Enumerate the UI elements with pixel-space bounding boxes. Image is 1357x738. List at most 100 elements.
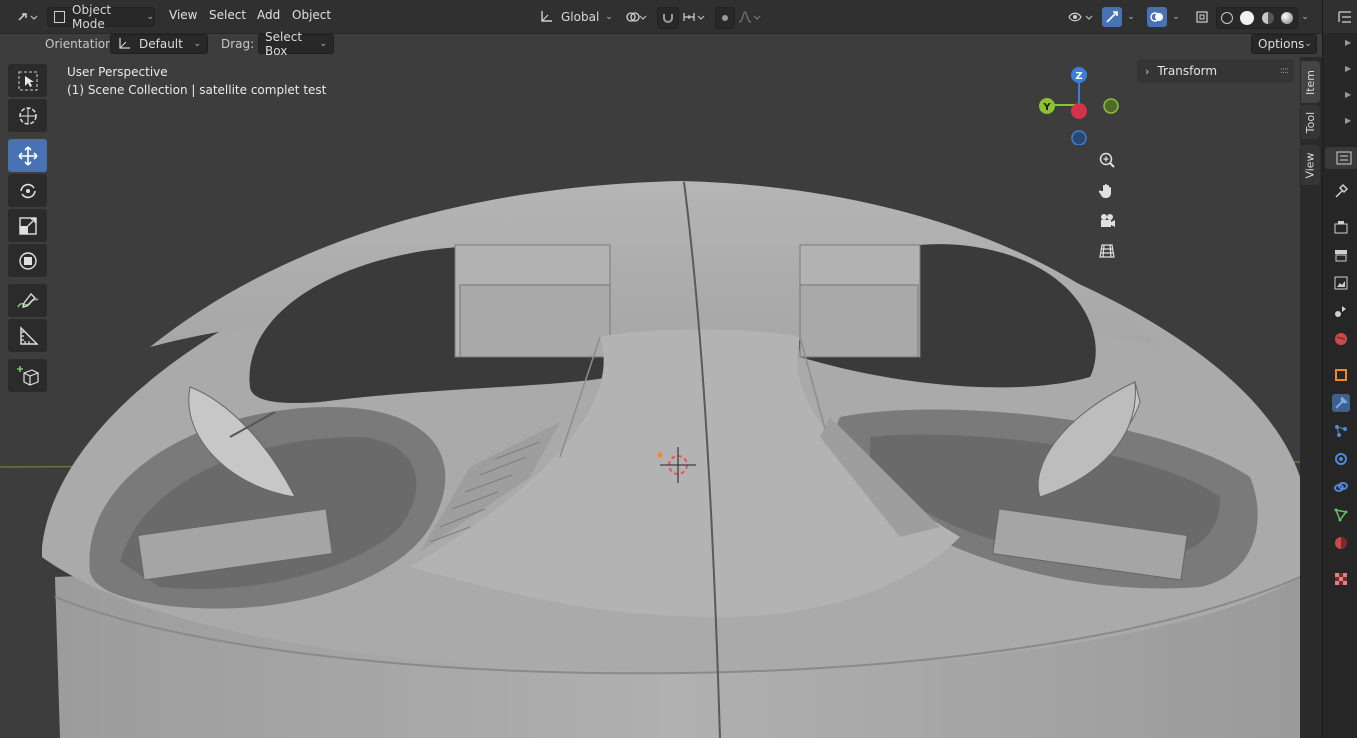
navigation-gizmo[interactable]: Z Y: [1035, 65, 1125, 145]
chevron-right-icon: ›: [1145, 64, 1150, 78]
eye-icon: [1068, 12, 1093, 22]
annotate-tool[interactable]: [8, 284, 47, 317]
zoom-button[interactable]: [1093, 146, 1121, 174]
pivot-point-button[interactable]: [620, 7, 652, 27]
move-tool[interactable]: [8, 139, 47, 172]
ortho-toggle-button[interactable]: [1093, 237, 1121, 265]
camera-view-button[interactable]: [1093, 207, 1121, 235]
xray-toggle[interactable]: [1193, 7, 1211, 27]
properties-editor-icon: [1336, 151, 1352, 165]
falloff-dropdown[interactable]: [736, 7, 764, 27]
menu-select[interactable]: Select: [209, 8, 246, 22]
modifier-props-icon[interactable]: [1332, 394, 1350, 412]
world-props-icon[interactable]: [1332, 330, 1350, 348]
material-props-icon[interactable]: [1332, 534, 1350, 552]
output-props-icon[interactable]: [1332, 246, 1350, 264]
overlays-dropdown[interactable]: ⌄: [1169, 7, 1183, 27]
tab-tool-label: Tool: [1304, 111, 1317, 133]
constraints-props-icon[interactable]: [1332, 478, 1350, 496]
rendered-shading-icon[interactable]: [1281, 12, 1294, 24]
outliner-icon: [1338, 11, 1351, 23]
annotate-icon: [16, 292, 39, 308]
ortho-grid-icon: [1099, 244, 1115, 258]
tool-props-icon[interactable]: [1332, 182, 1350, 200]
snap-target-dropdown[interactable]: [680, 7, 708, 27]
chevron-down-icon: ⌄: [146, 12, 154, 22]
transform-orientation-dropdown[interactable]: Global ⌄: [535, 7, 615, 27]
rotate-tool[interactable]: [8, 174, 47, 207]
3d-viewport[interactable]: User Perspective (1) Scene Collection | …: [0, 57, 1300, 738]
transform-panel-header[interactable]: › Transform ::::: [1137, 59, 1294, 83]
magnet-icon: [663, 14, 673, 23]
gizmo-icon: [1106, 11, 1118, 23]
render-props-icon[interactable]: [1332, 218, 1350, 236]
mode-label: Object Mode: [72, 3, 112, 31]
gizmo-toggle[interactable]: [1102, 7, 1122, 27]
expand-arrow-icon[interactable]: ▶: [1345, 116, 1351, 125]
drag-value: Select Box: [265, 30, 303, 58]
drag-handle-icon[interactable]: ::::: [1280, 66, 1289, 76]
overlays-toggle[interactable]: [1147, 7, 1167, 27]
proportional-dot-icon: [722, 15, 728, 21]
sidebar-tabs: Item Tool View: [1300, 57, 1322, 738]
snap-toggle[interactable]: [657, 7, 679, 29]
select-box-icon: [18, 71, 37, 90]
expand-arrow-icon[interactable]: ▶: [1345, 90, 1351, 99]
orientation-dropdown[interactable]: Default ⌄: [110, 34, 208, 54]
measure-tool[interactable]: [8, 319, 47, 352]
wireframe-shading-icon[interactable]: [1220, 12, 1233, 24]
expand-arrow-icon[interactable]: ▶: [1345, 64, 1351, 73]
falloff-curve-icon: [738, 11, 761, 23]
add-cube-tool[interactable]: [8, 359, 47, 392]
drag-label: Drag:: [221, 37, 255, 51]
tab-item-label: Item: [1304, 69, 1318, 95]
viewport-header: Object Mode ⌄ View Select Add Object Glo…: [0, 0, 1322, 34]
material-shading-icon[interactable]: [1261, 12, 1274, 24]
menu-view[interactable]: View: [169, 8, 197, 22]
properties-header: [1325, 147, 1357, 169]
menu-object[interactable]: Object: [292, 8, 331, 22]
texture-props-icon[interactable]: [1332, 570, 1350, 588]
tool-settings-bar: Orientation: Default ⌄ Drag: Select Box …: [0, 30, 1322, 58]
mode-dropdown[interactable]: Object Mode ⌄: [47, 3, 155, 31]
properties-editor-strip: ▶ ▶ ▶ ▶: [1322, 0, 1357, 738]
gizmo-dropdown[interactable]: ⌄: [1124, 7, 1138, 27]
tab-view[interactable]: View: [1301, 145, 1320, 185]
expand-arrow-icon[interactable]: ▶: [1345, 38, 1351, 47]
visibility-dropdown[interactable]: [1065, 7, 1097, 27]
chevron-down-icon: ⌄: [1127, 12, 1135, 22]
shading-dropdown[interactable]: ⌄: [1298, 7, 1312, 27]
orientation-value: Default: [139, 37, 183, 51]
shading-mode-group: [1216, 7, 1298, 29]
chevron-down-icon: ⌄: [319, 39, 327, 49]
pan-button[interactable]: [1093, 177, 1121, 205]
transform-panel-title: Transform: [1157, 64, 1218, 78]
select-box-tool[interactable]: [8, 64, 47, 97]
add-cube-icon: [16, 365, 39, 386]
options-dropdown[interactable]: Options ⌄: [1251, 34, 1317, 54]
cursor-tool[interactable]: [8, 99, 47, 132]
outliner-rows: ▶ ▶ ▶ ▶: [1323, 34, 1357, 144]
chevron-down-icon: ⌄: [605, 12, 613, 22]
solid-shading-icon[interactable]: [1240, 11, 1255, 25]
scale-tool[interactable]: [8, 209, 47, 242]
tab-item[interactable]: Item: [1301, 61, 1320, 103]
scene-props-icon[interactable]: [1332, 302, 1350, 320]
view-layer-props-icon[interactable]: [1332, 274, 1350, 292]
drag-dropdown[interactable]: Select Box ⌄: [258, 30, 334, 58]
zoom-icon: [1099, 152, 1115, 168]
menu-add[interactable]: Add: [257, 8, 280, 22]
options-label: Options: [1258, 37, 1305, 51]
snap-increment-icon: [683, 13, 705, 21]
editor-type-icon: [18, 13, 38, 21]
physics-props-icon[interactable]: [1332, 450, 1350, 468]
pan-hand-icon: [1098, 184, 1111, 198]
proportional-edit-toggle[interactable]: [715, 7, 735, 29]
editor-type-button[interactable]: [12, 7, 42, 27]
tab-view-label: View: [1304, 151, 1318, 179]
tab-tool[interactable]: Tool: [1301, 105, 1320, 139]
transform-tool[interactable]: [8, 244, 47, 277]
object-props-icon[interactable]: [1332, 366, 1350, 384]
particles-props-icon[interactable]: [1332, 422, 1350, 440]
data-props-icon[interactable]: [1332, 506, 1350, 524]
